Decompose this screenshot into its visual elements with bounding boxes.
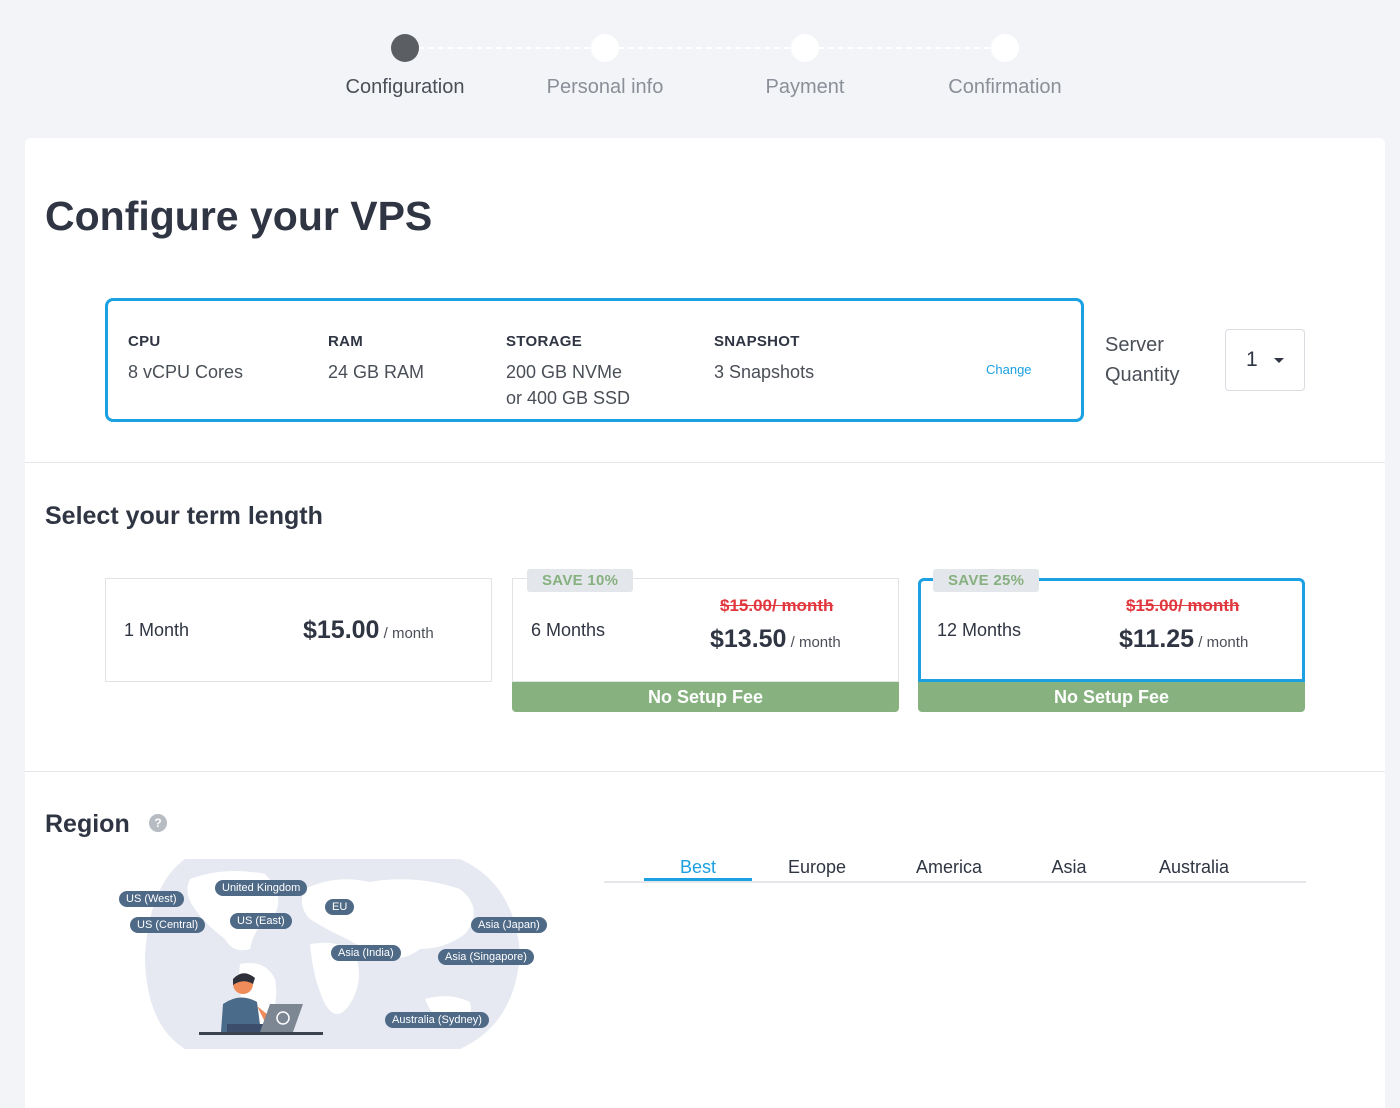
term-name: 12 Months [937,620,1022,640]
spec-ram: RAM 24 GB RAM [328,333,424,385]
spec-cpu-heading: CPU [128,333,161,350]
checkout-stepper: Configuration Personal info Payment Conf… [0,0,1400,120]
tab-america[interactable]: America [899,857,999,878]
step-dot-confirmation [991,34,1019,62]
server-quantity-select[interactable]: 1 [1225,329,1305,391]
save-badge: SAVE 25% [933,569,1040,592]
map-location-tag: US (West) [119,891,184,907]
step-label-configuration: Configuration [345,76,465,98]
region-section-title: Region [45,810,130,838]
step-connector [618,47,790,49]
step-dot-personal-info [591,34,619,62]
map-location-tag: US (East) [230,913,292,929]
tab-australia[interactable]: Australia [1144,857,1244,878]
spec-cpu-value: 8 vCPU Cores [128,362,244,382]
step-dot-configuration [391,34,419,62]
term-price: $13.50 / month [710,625,841,654]
map-location-tag: Asia (Japan) [471,917,547,933]
term-price: $15.00 / month [303,616,434,645]
page-title: Configure your VPS [45,193,433,239]
term-price-amount: $11.25 [1119,625,1195,653]
map-location-tag: EU [325,899,355,915]
step-label-confirmation: Confirmation [948,76,1062,98]
save-badge: SAVE 10% [527,569,634,592]
map-location-tag: US (Central) [130,917,206,933]
tab-europe[interactable]: Europe [772,857,862,878]
term-price-amount: $13.50 [710,625,787,653]
map-location-tag: Asia (Singapore) [438,949,534,965]
spec-storage: STORAGE 200 GB NVMe or 400 GB SSD [506,333,630,411]
region-map-illustration: US (West) United Kingdom US (Central) US… [115,854,555,1054]
term-price-unit: / month [786,634,841,651]
step-label-payment: Payment [765,76,845,98]
region-tabs: Best Europe America Asia Australia [604,853,1306,883]
question-circle-icon[interactable]: ? [149,814,167,832]
term-price-amount: $15.00 [303,616,380,644]
spec-storage-heading: STORAGE [506,333,583,350]
spec-snapshot: SNAPSHOT 3 Snapshots [714,333,814,385]
step-connector [818,47,990,49]
server-quantity-label-line1: Server [1105,334,1164,356]
spec-cpu: CPU 8 vCPU Cores [128,333,243,385]
configuration-card: Configure your VPS CPU 8 vCPU Cores RAM … [25,138,1385,1108]
step-dot-payment [791,34,819,62]
spec-ram-heading: RAM [328,333,364,350]
server-quantity-label: Server Quantity [1105,330,1215,390]
term-option-1-month[interactable]: 1 Month $15.00 / month [105,578,492,682]
plan-specs-box: CPU 8 vCPU Cores RAM 24 GB RAM STORAGE 2… [105,298,1084,422]
term-name: 1 Month [124,620,190,640]
change-plan-link[interactable]: Change [986,362,1032,377]
map-location-tag: United Kingdom [215,880,308,896]
spec-ram-value: 24 GB RAM [328,362,425,382]
tab-best[interactable]: Best [644,857,752,878]
spec-storage-value: 200 GB NVMe or 400 GB SSD [506,359,630,411]
spec-storage-value-line2: or 400 GB SSD [506,388,631,408]
step-label-personal-info: Personal info [546,76,664,98]
term-section-title: Select your term length [45,502,323,530]
term-price-unit: / month [379,625,434,642]
no-setup-fee-banner: No Setup Fee [918,682,1305,712]
caret-down-icon [1274,358,1284,363]
term-option-12-months[interactable]: SAVE 25% $15.00/ month 12 Months $11.25 … [918,569,1305,682]
term-name: 6 Months [531,620,606,640]
server-quantity-value: 1 [1246,348,1258,371]
tab-asia[interactable]: Asia [1039,857,1099,878]
term-price: $11.25 / month [1119,625,1248,654]
no-setup-fee-banner: No Setup Fee [512,682,899,712]
section-divider [25,462,1385,463]
term-price-unit: / month [1194,634,1249,651]
term-option-6-months[interactable]: SAVE 10% $15.00/ month 6 Months $13.50 /… [512,569,899,682]
term-old-price: $15.00/ month [720,596,834,615]
section-divider [25,771,1385,772]
step-connector [418,47,590,49]
map-location-tag: Australia (Sydney) [385,1012,489,1028]
spec-storage-value-line1: 200 GB NVMe [506,362,623,382]
spec-snapshot-value: 3 Snapshots [714,362,815,382]
term-old-price: $15.00/ month [1126,596,1240,615]
active-tab-indicator [644,878,752,881]
server-quantity-label-line2: Quantity [1105,364,1180,386]
map-location-tag: Asia (India) [331,945,401,961]
spec-snapshot-heading: SNAPSHOT [714,333,800,350]
